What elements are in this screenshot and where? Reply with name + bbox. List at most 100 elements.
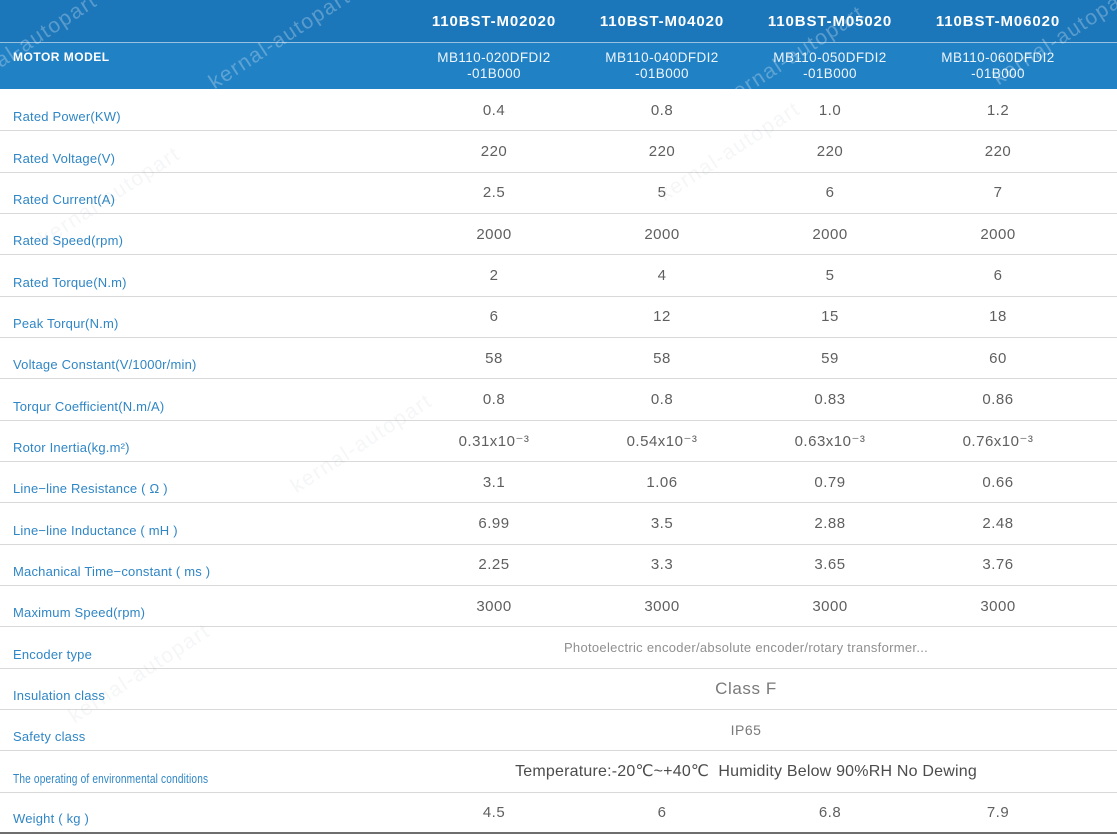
spec-value: 2000	[578, 214, 746, 254]
spec-value: 0.8	[410, 379, 578, 419]
spec-value: 4	[578, 255, 746, 295]
spec-value: 5	[746, 255, 914, 295]
spec-value: 7	[914, 173, 1082, 213]
spec-value: 0.8	[578, 90, 746, 130]
spec-value: 2000	[410, 214, 578, 254]
spec-value: 220	[410, 131, 578, 171]
spec-value: 12	[578, 297, 746, 337]
spec-label: Torqur Coefficient(N.m/A)	[13, 399, 164, 414]
spec-value: 220	[578, 131, 746, 171]
spec-value: 3000	[410, 586, 578, 626]
spec-label: Rotor Inertia(kg.m²)	[13, 440, 130, 455]
spec-value: 60	[914, 338, 1082, 378]
spec-value: 0.83	[746, 379, 914, 419]
spec-value: 3000	[746, 586, 914, 626]
spec-label: Voltage Constant(V/1000r/min)	[13, 357, 197, 372]
spec-row: Rotor Inertia(kg.m²)0.31x10⁻³0.54x10⁻³0.…	[0, 421, 1117, 462]
spec-label-cell: Voltage Constant(V/1000r/min)	[0, 338, 410, 378]
spec-row: Rated Voltage(V)220220220220	[0, 131, 1117, 172]
spec-label-cell: Safety class	[0, 710, 410, 750]
spec-value: 6	[746, 173, 914, 213]
spec-label: The operating of environmental condition…	[13, 771, 208, 786]
spec-value: 6.99	[410, 503, 578, 543]
spec-row: Rated Speed(rpm)2000200020002000	[0, 214, 1117, 255]
spec-label-cell: Torqur Coefficient(N.m/A)	[0, 379, 410, 419]
spec-value: 1.2	[914, 90, 1082, 130]
spec-label: Maximum Speed(rpm)	[13, 605, 145, 620]
spec-value: 7.9	[914, 793, 1082, 832]
motor-model-label: MOTOR MODEL	[13, 50, 110, 64]
spec-value: 3.3	[578, 545, 746, 585]
column-model-code: MB110-050DFDI2 -01B000	[746, 50, 914, 82]
merged-value: IP65	[410, 710, 1082, 750]
spec-value: 0.4	[410, 90, 578, 130]
spec-label-cell: Rated Torque(N.m)	[0, 255, 410, 295]
spec-value: 2.88	[746, 503, 914, 543]
spec-value: 58	[410, 338, 578, 378]
spec-value: 59	[746, 338, 914, 378]
spec-row: Line−line Inductance ( mH )6.993.52.882.…	[0, 503, 1117, 544]
spec-value: 0.76x10⁻³	[914, 421, 1082, 461]
spec-label: Safety class	[13, 729, 86, 744]
spec-label-cell: Rated Current(A)	[0, 173, 410, 213]
spec-label: Rated Torque(N.m)	[13, 275, 127, 290]
spec-row: Rated Current(A)2.5567	[0, 173, 1117, 214]
spec-label-cell: Rated Speed(rpm)	[0, 214, 410, 254]
merged-value: Class F	[410, 669, 1082, 709]
spec-row: Maximum Speed(rpm)3000300030003000	[0, 586, 1117, 627]
spec-value: 3.1	[410, 462, 578, 502]
spec-value: 0.31x10⁻³	[410, 421, 578, 461]
spec-row: The operating of environmental condition…	[0, 751, 1117, 792]
spec-label: Line−line Inductance ( mH )	[13, 523, 178, 538]
spec-row: Encoder type Photoelectric encoder/absolu…	[0, 627, 1117, 668]
spec-value: 58	[578, 338, 746, 378]
spec-label-cell: Encoder type	[0, 627, 410, 667]
spec-label: Machanical Time−constant ( ms )	[13, 564, 210, 579]
spec-label: Rated Power(KW)	[13, 109, 121, 124]
spec-value: 6.8	[746, 793, 914, 832]
column-model-name: 110BST-M02020	[410, 13, 578, 30]
spec-label-cell: Line−line Inductance ( mH )	[0, 503, 410, 543]
spec-label-cell: Line−line Resistance ( Ω )	[0, 462, 410, 502]
spec-label-cell: Rated Voltage(V)	[0, 131, 410, 171]
spec-label-cell: Rotor Inertia(kg.m²)	[0, 421, 410, 461]
spec-value: 0.66	[914, 462, 1082, 502]
spec-label-cell: The operating of environmental condition…	[0, 751, 410, 791]
spec-value: 0.63x10⁻³	[746, 421, 914, 461]
spec-value: 1.0	[746, 90, 914, 130]
spec-value: 0.79	[746, 462, 914, 502]
spec-label-cell: Weight ( kg )	[0, 793, 410, 832]
spec-row: Line−line Resistance ( Ω )3.11.060.790.6…	[0, 462, 1117, 503]
spec-value: 6	[914, 255, 1082, 295]
header-code-row: MB110-020DFDI2 -01B000MB110-040DFDI2 -01…	[0, 43, 1117, 89]
spec-row: Rated Torque(N.m) 2456	[0, 255, 1117, 296]
column-model-name: 110BST-M05020	[746, 13, 914, 30]
spec-label: Encoder type	[13, 647, 92, 662]
spec-value: 3000	[578, 586, 746, 626]
spec-row: Rated Power(KW) 0.40.81.01.2	[0, 90, 1117, 131]
spec-row: Voltage Constant(V/1000r/min)58585960	[0, 338, 1117, 379]
spec-value: 5	[578, 173, 746, 213]
spec-label: Line−line Resistance ( Ω )	[13, 481, 168, 496]
spec-label-cell: Maximum Speed(rpm)	[0, 586, 410, 626]
spec-value: 0.8	[578, 379, 746, 419]
column-model-name: 110BST-M06020	[914, 13, 1082, 30]
spec-value: 3.65	[746, 545, 914, 585]
table-header: 110BST-M02020110BST-M04020110BST-M050201…	[0, 0, 1117, 90]
merged-value: Photoelectric encoder/absolute encoder/r…	[410, 627, 1082, 667]
spec-value: 3.76	[914, 545, 1082, 585]
spec-row: Safety class IP65	[0, 710, 1117, 751]
spec-row: Weight ( kg )4.566.87.9	[0, 793, 1117, 834]
spec-value: 2	[410, 255, 578, 295]
spec-value: 2.25	[410, 545, 578, 585]
spec-value: 220	[914, 131, 1082, 171]
spec-value: 0.86	[914, 379, 1082, 419]
merged-value: Temperature:-20℃~+40℃ Humidity Below 90%…	[410, 751, 1082, 791]
column-model-code: MB110-020DFDI2 -01B000	[410, 50, 578, 82]
column-model-name: 110BST-M04020	[578, 13, 746, 30]
spec-label: Insulation class	[13, 688, 105, 703]
spec-value: 2000	[746, 214, 914, 254]
spec-label: Rated Current(A)	[13, 192, 115, 207]
spec-value: 6	[410, 297, 578, 337]
spec-value: 18	[914, 297, 1082, 337]
